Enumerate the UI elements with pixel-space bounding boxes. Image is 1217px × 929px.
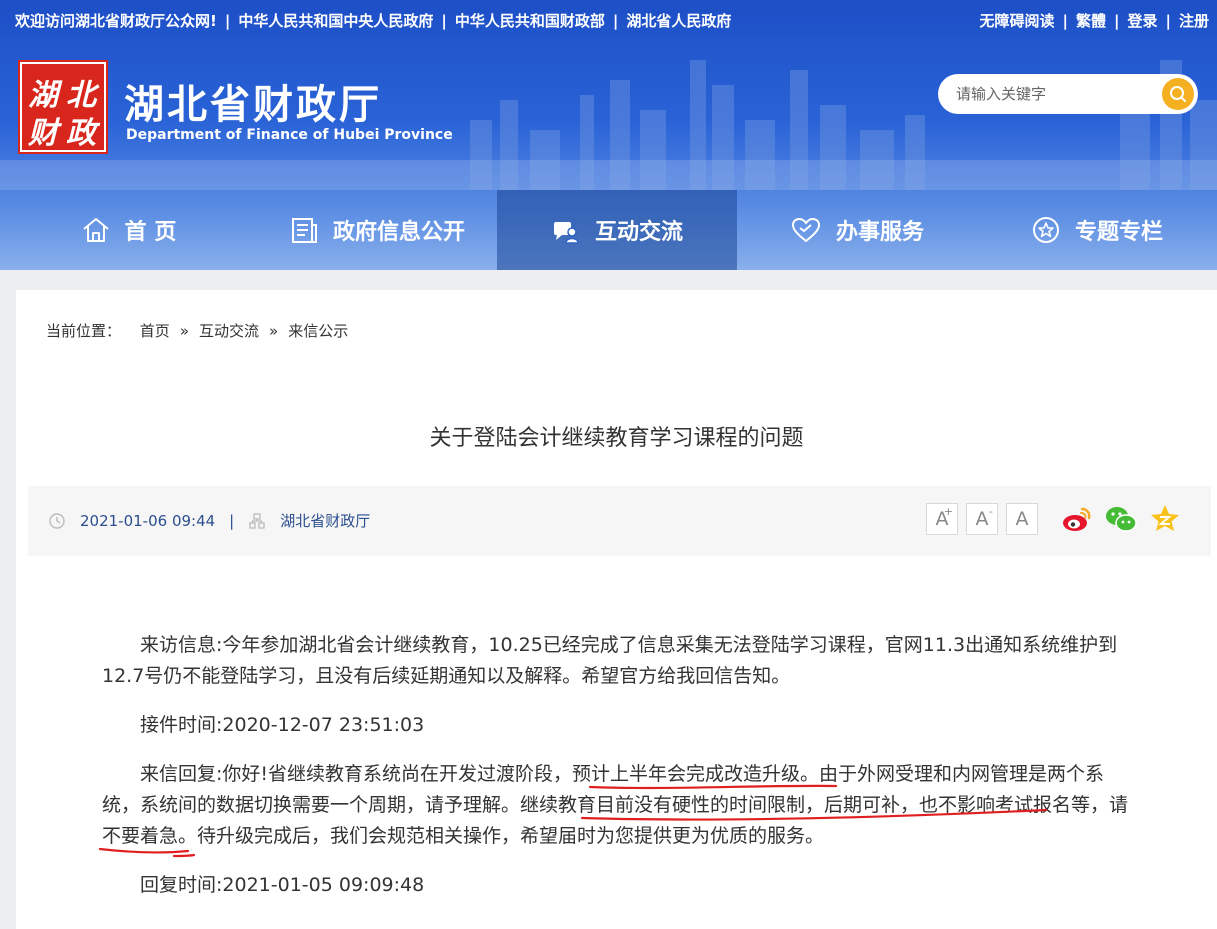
- login-link[interactable]: 登录: [1127, 12, 1157, 30]
- nav-item-special[interactable]: 专题专栏: [977, 190, 1217, 270]
- search-button[interactable]: [1162, 78, 1194, 110]
- content-panel: 当前位置： 首页» 互动交流» 来信公示 关于登陆会计继续教育学习课程的问题 202…: [16, 290, 1217, 929]
- heart-icon: [791, 217, 820, 243]
- site-title[interactable]: 湖北省财政厅: [124, 72, 382, 130]
- nav-item-services[interactable]: 办事服务: [737, 190, 977, 270]
- register-link[interactable]: 注册: [1179, 12, 1209, 30]
- hubei-gov-link[interactable]: 湖北省人民政府: [626, 12, 731, 30]
- chat-icon: [553, 222, 579, 244]
- red-underline-annotations: [98, 784, 1048, 858]
- top-link-bar: 欢迎访问湖北省财政厅公众网! | 中华人民共和国中央人民政府 | 中华人民共和国财政部 |…: [15, 12, 1209, 30]
- search-box: [938, 74, 1198, 114]
- central-gov-link[interactable]: 中华人民共和国中央人民政府: [238, 12, 433, 30]
- search-input[interactable]: [956, 83, 1156, 105]
- nav-item-gov-info[interactable]: 政府信息公开: [257, 190, 497, 270]
- nav-item-interaction[interactable]: 互动交流: [497, 190, 737, 270]
- welcome-link[interactable]: 欢迎访问湖北省财政厅公众网!: [15, 12, 217, 30]
- document-icon: [291, 218, 317, 243]
- logo-seal[interactable]: 湖 北 财 政: [20, 62, 106, 152]
- star-icon: [1032, 217, 1059, 243]
- site-header: 欢迎访问湖北省财政厅公众网! | 中华人民共和国中央人民政府 | 中华人民共和国财政部 |…: [0, 0, 1217, 270]
- ministry-finance-link[interactable]: 中华人民共和国财政部: [455, 12, 605, 30]
- home-icon: [83, 218, 109, 242]
- traditional-chinese-link[interactable]: 繁體: [1076, 12, 1106, 30]
- nav-item-home[interactable]: 首 页: [0, 190, 257, 270]
- search-icon: [1170, 86, 1186, 102]
- accessibility-link[interactable]: 无障碍阅读: [979, 12, 1054, 30]
- main-nav: 首 页 政府信息公开 互动交流 办事服务 专题专栏: [0, 190, 1217, 270]
- site-subtitle: Department of Finance of Hubei Province: [126, 127, 453, 143]
